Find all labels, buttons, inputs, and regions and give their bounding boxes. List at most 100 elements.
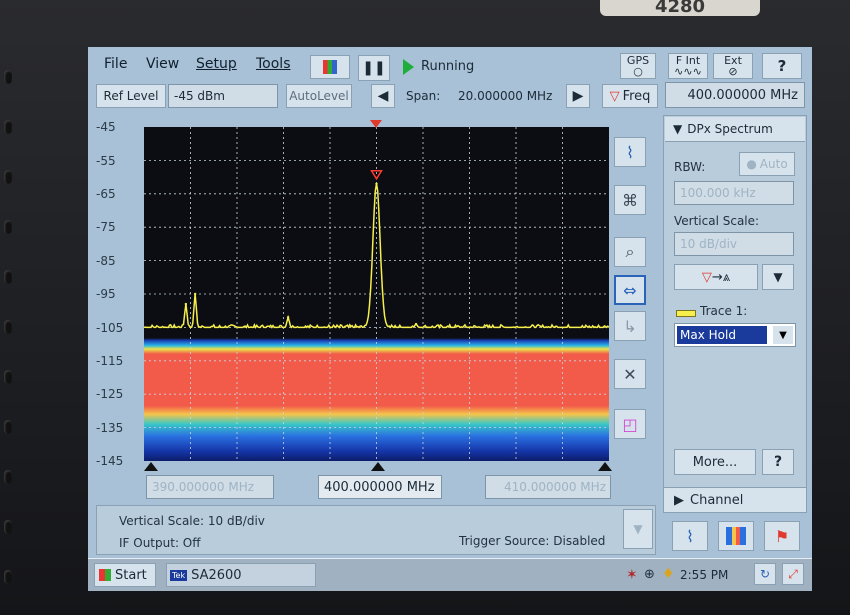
span-increase-button[interactable]: ▶ [566, 84, 590, 108]
y-tick-label: -45 [96, 120, 116, 134]
y-tick-label: -75 [96, 220, 116, 234]
peak-marker-icon [370, 170, 383, 181]
start-freq-caret [144, 462, 158, 471]
bezel-grip [4, 520, 12, 534]
dpx-settings-panel: ▼ DPx Spectrum RBW: ● Auto 100.000 kHz Ver… [663, 115, 807, 495]
ref-level-field[interactable]: -45 dBm [168, 84, 278, 108]
menu-setup[interactable]: Setup [196, 56, 237, 72]
peak-point [286, 316, 290, 319]
spectrum-icon: ⌇ [626, 142, 634, 162]
instrument-screen: File View Setup Tools ❚❚ Running GPS ○ F … [88, 47, 812, 591]
y-tick-label: -115 [96, 354, 124, 368]
trace-color-swatch [676, 310, 696, 317]
close-icon: ✕ [623, 364, 637, 384]
app-icons-button[interactable] [310, 55, 350, 79]
autolevel-button[interactable]: AutoLevel [286, 84, 352, 108]
y-tick-label: -125 [96, 387, 124, 401]
vertical-scale-field[interactable]: 10 dB/div [674, 232, 794, 256]
taskbar-app-sa2600[interactable]: Tek SA2600 [166, 563, 316, 587]
marker-to-peak-icon: ▽→⩓ [701, 269, 731, 285]
marker-to-peak-button[interactable]: ▽→⩓ [674, 264, 758, 290]
trace-mode-select[interactable]: Max Hold ▼ [674, 323, 796, 347]
center-freq-field[interactable]: 400.000000 MHz [665, 82, 805, 108]
taskbar: Start Tek SA2600 ✶ ⊕ ♦ 2:55 PM ↻ ⤢ [88, 558, 812, 591]
bezel-grip [4, 370, 12, 384]
refresh-icon: ↻ [759, 567, 771, 581]
bezel-grip [4, 270, 12, 284]
center-freq-caret [371, 462, 385, 471]
center-freq-axis-field[interactable]: 400.000000 MHz [318, 475, 442, 499]
status-bar: Vertical Scale: 10 dB/div IF Output: Off… [96, 505, 656, 555]
span-decrease-button[interactable]: ◀ [371, 84, 395, 108]
ref-level-button[interactable]: Ref Level [96, 84, 166, 108]
menu-tools[interactable]: Tools [256, 56, 291, 72]
spectrum-plot[interactable] [144, 127, 609, 461]
center-marker-icon [370, 120, 382, 128]
shape-tool-button[interactable]: ◰ [614, 409, 646, 439]
run-icon [403, 59, 414, 75]
status-if-output: IF Output: Off [119, 536, 201, 550]
trace-1-line [144, 183, 609, 330]
vertical-scale-label: Vertical Scale: [674, 214, 760, 228]
marker-table-button[interactable]: ⌘ [614, 185, 646, 215]
start-button[interactable]: Start [94, 563, 156, 587]
windows-logo-icon [99, 569, 111, 581]
replay-button[interactable]: ↳ [614, 311, 646, 341]
expand-icon: ▶ [674, 492, 684, 508]
replay-icon: ↳ [623, 316, 637, 336]
menu-view[interactable]: View [146, 56, 179, 72]
tray-network-icon[interactable]: ⊕ [644, 567, 655, 582]
y-tick-label: -55 [96, 154, 116, 168]
rbw-auto-button[interactable]: ● Auto [739, 152, 795, 176]
tray-refresh-button[interactable]: ↻ [754, 563, 776, 585]
menu-file[interactable]: File [104, 56, 127, 72]
stop-freq-field[interactable]: 410.000000 MHz [485, 475, 611, 499]
shapes-icon: ◰ [622, 414, 638, 434]
tray-bulb-icon[interactable]: ♦ [662, 566, 675, 582]
dpx-display-button[interactable] [718, 521, 754, 551]
status-vertical-scale: Vertical Scale: 10 dB/div [119, 514, 265, 528]
run-status: Running [421, 59, 475, 74]
help-button[interactable]: ? [762, 53, 802, 79]
marker-down-icon: ▽ [609, 88, 620, 104]
more-button[interactable]: More... [674, 449, 756, 475]
rbw-auto-label: Auto [759, 157, 788, 171]
trace-mode-value: Max Hold [677, 326, 767, 344]
tray-desktop-button[interactable]: ⤢ [782, 563, 804, 585]
tray-maple-icon[interactable]: ✶ [626, 567, 638, 583]
bezel-grip [4, 220, 12, 234]
flag-icon: ⚑ [774, 526, 790, 546]
y-tick-label: -85 [96, 254, 116, 268]
status-expand-button[interactable]: ▼ [623, 509, 653, 549]
y-tick-label: -145 [96, 454, 124, 468]
zoom-view-button[interactable]: ⌕ [614, 237, 646, 267]
asset-label: 4280 [600, 0, 760, 16]
arrow-right-icon: ▶ [572, 88, 584, 104]
peak-point [375, 182, 378, 185]
span-arrows-icon: ⇔ [623, 280, 637, 300]
status-trigger-source: Trigger Source: Disabled [459, 534, 606, 548]
spectrum-display-button[interactable]: ⌇ [672, 521, 708, 551]
freq-button[interactable]: ▽ Freq [602, 84, 658, 108]
freq-int-button[interactable]: F Int ∿∿∿ [668, 53, 708, 79]
spectrum-icon: ⌇ [686, 526, 694, 546]
span-adjust-button[interactable]: ⇔ [614, 275, 646, 305]
pause-button[interactable]: ❚❚ [358, 55, 390, 81]
close-display-button[interactable]: ✕ [614, 359, 646, 389]
marker-flag-button[interactable]: ⚑ [764, 521, 800, 551]
pause-icon: ❚❚ [362, 60, 386, 76]
start-freq-field[interactable]: 390.000000 MHz [146, 475, 274, 499]
rbw-field[interactable]: 100.000 kHz [674, 181, 794, 205]
gps-button[interactable]: GPS ○ [620, 53, 656, 79]
desktop-icon: ⤢ [788, 566, 798, 581]
waveform-icon: ∿∿∿ [674, 65, 702, 78]
channel-panel-header[interactable]: ▶ Channel [663, 487, 807, 513]
dpx-panel-header[interactable]: ▼ DPx Spectrum [665, 117, 805, 142]
chevron-down-icon: ▼ [633, 522, 643, 536]
marker-chart-icon: ⌘ [622, 190, 638, 210]
marker-dropdown-button[interactable]: ▼ [762, 264, 794, 290]
span-value[interactable]: 20.000000 MHz [458, 89, 552, 103]
spectrum-view-button[interactable]: ⌇ [614, 137, 646, 167]
ext-button[interactable]: Ext ⊘ [713, 53, 753, 79]
panel-help-button[interactable]: ? [762, 449, 794, 475]
